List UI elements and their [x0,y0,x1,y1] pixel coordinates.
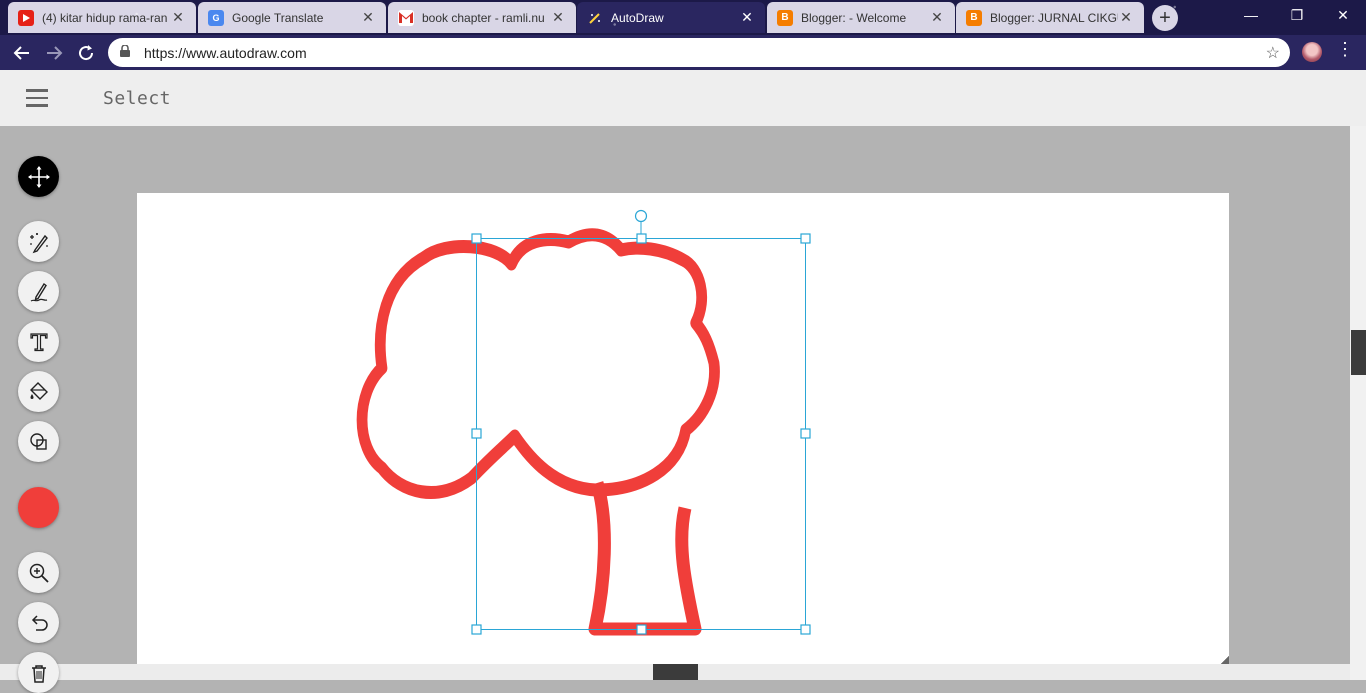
close-window-button[interactable]: ✕ [1320,0,1366,30]
forward-arrow-icon [47,46,63,60]
youtube-icon [18,9,34,26]
magic-pencil-icon [29,232,48,253]
tab-gmail[interactable]: book chapter - ramli.nu ✕ [388,2,576,33]
close-icon[interactable]: ✕ [170,9,186,26]
google-translate-icon: G [208,9,224,26]
tab-blogger-welcome[interactable]: B Blogger: - Welcome ✕ [767,2,955,33]
shapes-icon [29,432,47,450]
undo-icon [31,614,48,631]
draw-tool-button[interactable] [18,271,59,312]
back-arrow-icon [13,46,29,60]
close-icon[interactable]: ✕ [739,9,755,26]
hamburger-menu-icon[interactable] [26,89,48,107]
vertical-scroll-thumb[interactable] [1351,330,1366,375]
zoom-button[interactable] [18,552,59,593]
delete-button[interactable] [18,652,59,693]
browser-toolbar: https://www.autodraw.com ☆ ⋮ [0,35,1366,70]
profile-avatar[interactable] [1302,42,1322,62]
drawing-canvas[interactable] [137,193,1229,673]
url-text: https://www.autodraw.com [144,44,307,61]
tree-drawing[interactable] [137,193,1229,673]
autodraw-tool-button[interactable] [18,221,59,262]
color-picker-button[interactable] [18,487,59,528]
restore-button[interactable]: ❐ [1274,0,1320,30]
paint-bucket-icon [29,381,48,400]
minimize-button[interactable]: — [1228,0,1274,30]
close-icon[interactable]: ✕ [360,9,376,26]
move-tool-button[interactable] [18,156,59,197]
blogger-icon: B [777,9,793,26]
horizontal-scroll-thumb[interactable] [653,664,698,680]
new-tab-button[interactable]: + [1152,5,1178,31]
forward-button[interactable] [40,39,68,67]
back-button[interactable] [8,39,36,67]
close-icon[interactable]: ✕ [929,9,945,26]
trash-icon [31,664,46,683]
page-title: Select [103,88,172,109]
tab-youtube[interactable]: (4) kitar hidup rama-ran ✕ [8,2,196,33]
address-bar[interactable]: https://www.autodraw.com ☆ [108,38,1290,67]
blogger-icon: B [966,9,982,26]
lock-icon [120,44,134,60]
app-header: Select [0,70,1366,126]
resize-corner-icon[interactable] [1221,656,1229,664]
fill-tool-button[interactable] [18,371,59,412]
tab-title: AutoDraw [611,10,664,25]
type-tool-button[interactable] [18,321,59,362]
undo-button[interactable] [18,602,59,643]
gmail-icon [398,9,414,26]
tab-autodraw[interactable]: AutoDraw ✕ [577,2,765,33]
browser-menu-icon[interactable]: ⋮ [1335,39,1355,60]
text-icon [29,332,48,351]
reload-button[interactable] [72,39,100,67]
zoom-in-icon [29,563,49,583]
close-icon[interactable]: ✕ [550,9,566,26]
tab-title: Blogger: - Welcome [801,10,907,25]
reload-icon [79,45,94,61]
tab-title: Google Translate [232,10,324,25]
workspace [0,126,1350,673]
vertical-scrollbar[interactable] [1350,126,1366,680]
close-icon[interactable]: ✕ [1118,9,1134,26]
pencil-icon [30,282,47,302]
tab-blogger-jurnal[interactable]: B Blogger: JURNAL CIKGU ✕ [956,2,1144,33]
tab-title: book chapter - ramli.nu [422,10,545,25]
tab-strip: (4) kitar hidup rama-ran ✕ G Google Tran… [0,0,1366,35]
tab-google-translate[interactable]: G Google Translate ✕ [198,2,386,33]
shape-tool-button[interactable] [18,421,59,462]
move-arrows-icon [27,165,50,188]
bookmark-star-icon[interactable]: ☆ [1266,43,1280,63]
autodraw-icon [587,10,603,26]
tab-title: Blogger: JURNAL CIKGU [990,10,1118,25]
tab-title: (4) kitar hidup rama-ran [42,10,168,25]
